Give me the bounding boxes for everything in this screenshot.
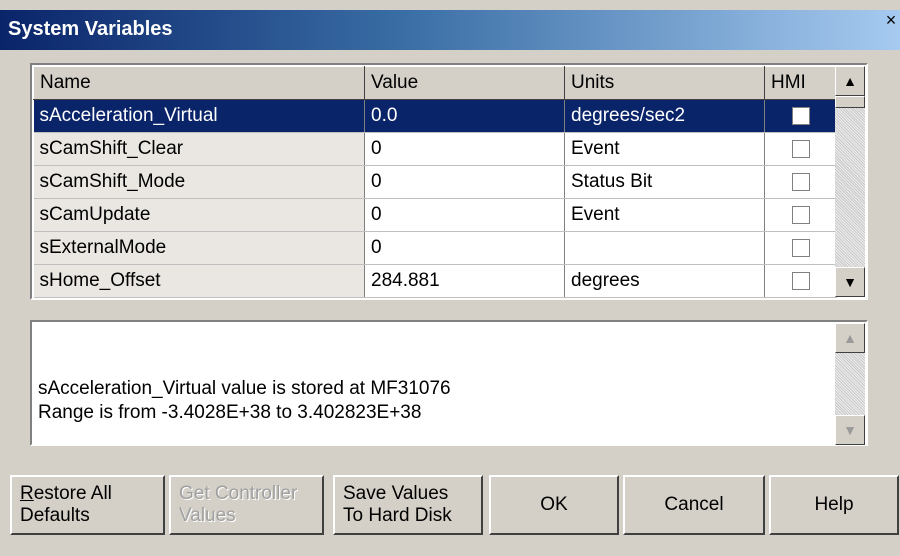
hmi-checkbox[interactable] [791, 271, 810, 290]
variables-table: Name Value Units HMI sAcceleration_Virtu… [33, 66, 837, 298]
variable-name[interactable]: sExternalMode [33, 231, 365, 265]
description-box: sAcceleration_Virtual value is stored at… [30, 320, 868, 446]
restore-all-defaults-button[interactable]: Restore All Defaults [10, 475, 165, 535]
variable-value[interactable]: 0 [364, 198, 565, 232]
hmi-cell[interactable] [764, 99, 837, 133]
save-label-line2: To Hard Disk [343, 505, 452, 526]
variable-name[interactable]: sAcceleration_Virtual [33, 99, 365, 133]
restore-label-line2: Defaults [20, 505, 90, 526]
variable-value[interactable]: 0 [364, 231, 565, 265]
column-header-hmi[interactable]: HMI [764, 66, 837, 100]
table-row[interactable]: sCamShift_Clear 0 Event [33, 132, 837, 166]
variable-value[interactable]: 0 [364, 165, 565, 199]
table-row[interactable]: sCamShift_Mode 0 Status Bit [33, 165, 837, 199]
description-line-2: Range is from -3.4028E+38 to 3.402823E+3… [38, 402, 422, 423]
restore-mnemonic: R [20, 483, 34, 504]
variable-value[interactable]: 284.881 [364, 264, 565, 298]
description-line-1: sAcceleration_Virtual value is stored at… [38, 378, 451, 399]
variable-units[interactable]: degrees/sec2 [564, 99, 765, 133]
variable-name[interactable]: sCamShift_Mode [33, 165, 365, 199]
window-title: System Variables [8, 18, 173, 40]
title-bar: System Variables [0, 10, 900, 50]
cancel-button[interactable]: Cancel [623, 475, 765, 535]
table-row[interactable]: sHome_Offset 284.881 degrees [33, 264, 837, 298]
variable-name[interactable]: sCamUpdate [33, 198, 365, 232]
variable-name[interactable]: sHome_Offset [33, 264, 365, 298]
get-controller-label-line1: Get Controller [179, 483, 298, 504]
scroll-down-icon[interactable]: ▼ [835, 267, 865, 297]
variable-units[interactable]: Status Bit [564, 165, 765, 199]
hmi-cell[interactable] [764, 264, 837, 298]
help-button[interactable]: Help [769, 475, 899, 535]
scroll-thumb[interactable] [835, 96, 865, 108]
hmi-checkbox[interactable] [791, 205, 810, 224]
close-icon[interactable]: × [882, 10, 900, 32]
get-controller-values-button[interactable]: Get Controller Values [169, 475, 324, 535]
help-label: Help [814, 494, 854, 515]
ok-button[interactable]: OK [489, 475, 619, 535]
hmi-cell[interactable] [764, 132, 837, 166]
cancel-label: Cancel [664, 494, 724, 515]
variable-value[interactable]: 0.0 [364, 99, 565, 133]
variables-grid: Name Value Units HMI sAcceleration_Virtu… [30, 63, 868, 300]
save-label-line1: Save Values [343, 483, 449, 504]
restore-label-line1: estore All [33, 483, 112, 504]
get-controller-label-line2: Values [179, 505, 236, 526]
hmi-cell[interactable] [764, 198, 837, 232]
table-row[interactable]: sAcceleration_Virtual 0.0 degrees/sec2 [33, 99, 837, 133]
hmi-checkbox[interactable] [791, 139, 810, 158]
column-header-name[interactable]: Name [33, 66, 365, 100]
variable-name[interactable]: sCamShift_Clear [33, 132, 365, 166]
variable-units[interactable]: Event [564, 198, 765, 232]
column-header-units[interactable]: Units [564, 66, 765, 100]
hmi-checkbox[interactable] [791, 106, 810, 125]
hmi-checkbox[interactable] [791, 172, 810, 191]
hmi-cell[interactable] [764, 231, 837, 265]
variable-units[interactable]: degrees [564, 264, 765, 298]
variable-value[interactable]: 0 [364, 132, 565, 166]
hmi-cell[interactable] [764, 165, 837, 199]
table-row[interactable]: sExternalMode 0 [33, 231, 837, 265]
description-scrollbar[interactable]: ▲ ▼ [835, 323, 865, 445]
variable-units[interactable]: Event [564, 132, 765, 166]
scroll-up-icon[interactable]: ▲ [835, 66, 865, 96]
scroll-up-icon[interactable]: ▲ [835, 323, 865, 353]
table-row[interactable]: sCamUpdate 0 Event [33, 198, 837, 232]
column-header-value[interactable]: Value [364, 66, 565, 100]
variable-units[interactable] [564, 231, 765, 265]
ok-label: OK [540, 494, 568, 515]
hmi-checkbox[interactable] [791, 238, 810, 257]
grid-scrollbar[interactable]: ▲ ▼ [835, 66, 865, 297]
save-values-button[interactable]: Save Values To Hard Disk [333, 475, 483, 535]
scroll-down-icon[interactable]: ▼ [835, 415, 865, 445]
